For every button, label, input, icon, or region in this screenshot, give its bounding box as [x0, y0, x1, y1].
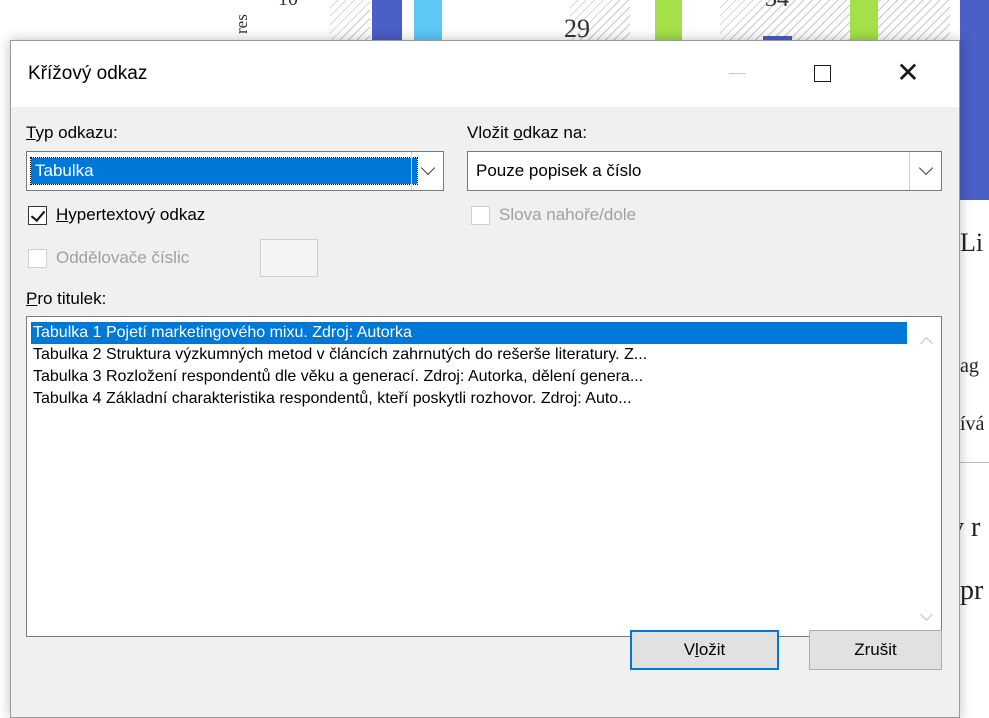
close-icon: ✕	[896, 57, 920, 88]
reference-type-label: Typ odkazu:	[26, 123, 118, 142]
chevron-down-icon	[918, 160, 933, 176]
doc-text-fragment: ívá	[960, 413, 985, 435]
chart-bar-right	[960, 0, 989, 200]
chart-bar	[414, 0, 442, 40]
chart-bar	[372, 0, 402, 40]
chart-value-label: 10	[278, 0, 298, 11]
doc-text-fragment: pr	[960, 575, 984, 606]
for-caption-label: Pro titulek:	[26, 289, 107, 308]
chart-fragment: res 10 29 34	[200, 0, 960, 43]
dialog-title: Křížový odkaz	[28, 63, 148, 84]
above-below-checkbox	[471, 206, 490, 225]
maximize-icon	[813, 64, 831, 82]
caption-list-item[interactable]: Tabulka 3 Rozložení respondentů dle věku…	[31, 366, 907, 388]
caption-listbox[interactable]: Tabulka 1 Pojetí marketingového mixu. Zd…	[26, 316, 942, 637]
insert-button[interactable]: Vl ožit	[630, 630, 779, 670]
chart-value-label: 34	[765, 0, 789, 13]
digit-separators-checkbox-label: Oddělovače číslic	[56, 248, 190, 267]
chart-hatch-area	[330, 0, 370, 40]
cancel-button[interactable]: Zrušit	[809, 630, 942, 670]
chart-axis-fragment: res	[232, 14, 251, 34]
close-button[interactable]: ✕	[885, 51, 931, 95]
doc-text-fragment: ag	[960, 355, 979, 377]
hyperlink-checkbox[interactable]	[28, 206, 47, 225]
chart-hatch-area	[720, 0, 950, 40]
scroll-up-icon[interactable]	[920, 337, 933, 350]
doc-divider	[955, 462, 989, 463]
maximize-button[interactable]	[799, 51, 845, 95]
caption-list-item[interactable]: Tabulka 4 Základní charakteristika respo…	[31, 388, 907, 410]
minimize-button	[714, 51, 760, 95]
reference-type-dropdown-button[interactable]	[411, 152, 443, 190]
caption-list-item[interactable]: Tabulka 2 Struktura výzkumných metod v č…	[31, 344, 907, 366]
checkmark-icon	[30, 206, 46, 223]
chevron-down-icon	[420, 160, 435, 176]
insert-reference-to-dropdown-button[interactable]	[909, 152, 941, 190]
chart-bar	[850, 0, 878, 40]
hyperlink-checkbox-label[interactable]: Hypertextový odkaz	[56, 205, 205, 225]
insert-reference-to-dropdown[interactable]: Pouze popisek a číslo	[467, 151, 942, 191]
reference-type-value: Tabulka	[30, 157, 418, 185]
above-below-checkbox-label: Slova nahoře/dole	[499, 205, 637, 224]
caption-list-item[interactable]: Tabulka 1 Pojetí marketingového mixu. Zd…	[31, 322, 907, 344]
digit-separator-input	[260, 239, 318, 277]
insert-reference-to-value: Pouze popisek a číslo	[476, 161, 642, 180]
digit-separators-checkbox	[28, 249, 47, 268]
scroll-down-icon[interactable]	[920, 608, 933, 621]
minimize-icon	[728, 72, 746, 74]
insert-reference-to-label: Vložit odkaz na:	[467, 123, 588, 142]
reference-type-dropdown[interactable]: Tabulka	[26, 151, 444, 191]
dialog-titlebar[interactable]: Křížový odkaz ✕	[11, 41, 959, 107]
chart-bar	[655, 0, 682, 40]
doc-text-fragment: Li	[960, 228, 984, 257]
cross-reference-dialog: Křížový odkaz ✕ Typ odkazu: Tabulka Vlož…	[10, 40, 960, 718]
caption-listbox-scrollbar[interactable]	[911, 317, 941, 636]
